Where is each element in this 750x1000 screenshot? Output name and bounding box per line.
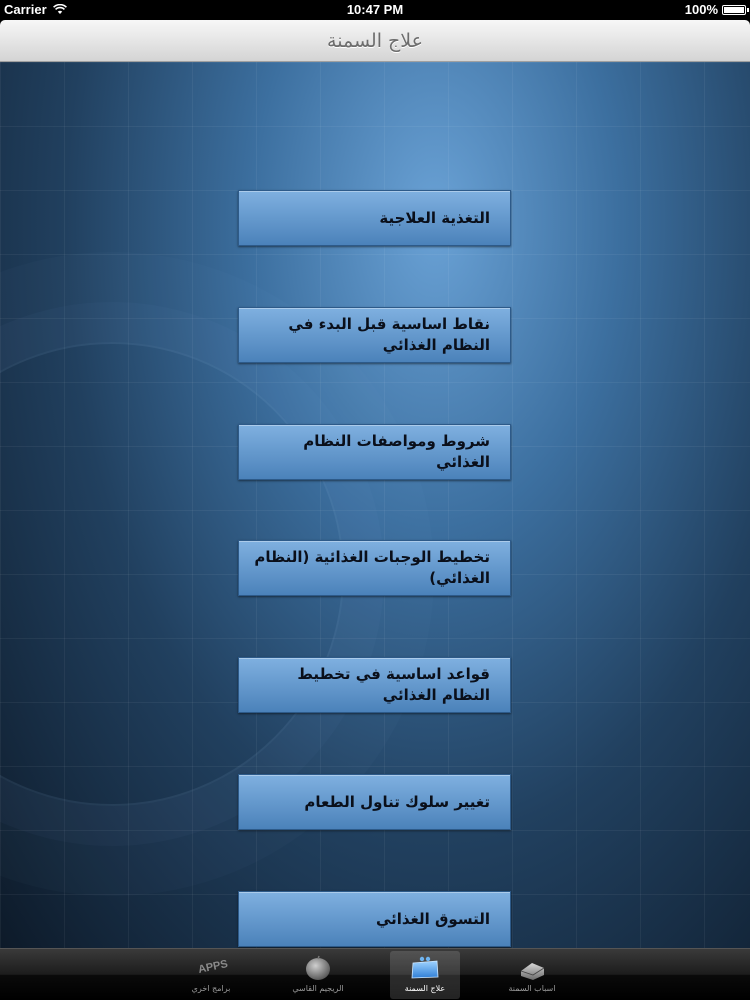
menu-button-label: التسوق الغذائي <box>375 909 490 928</box>
apple-icon <box>306 955 330 980</box>
menu-button-label: شروط ومواصفات النظام الغذائي <box>303 432 490 471</box>
menu-button-basics-before-diet[interactable]: نقاط اساسية قبل البدء في النظام الغذائي <box>238 307 511 363</box>
tab-bar: APPS برامج اخري الريجيم القاسي علاج السم… <box>0 948 750 1000</box>
battery-label: 100% <box>684 2 718 17</box>
apps-icon: APPS <box>196 955 229 981</box>
battery-indicator: 100% <box>684 2 749 17</box>
menu-button-label: تغيير سلوك تناول الطعام <box>304 792 490 811</box>
tab-label: علاج السمنة <box>404 984 446 993</box>
page-title: علاج السمنة <box>327 30 423 52</box>
tab-label: الريجيم القاسي <box>292 984 344 993</box>
menu-button-meal-planning[interactable]: تخطيط الوجبات الغذائية (النظام الغذائي) <box>238 540 511 596</box>
menu-button-therapeutic-nutrition[interactable]: التغذية العلاجية <box>238 190 511 246</box>
menu-content[interactable]: التغذية العلاجية نقاط اساسية قبل البدء ف… <box>0 62 750 948</box>
menu-button-label: قواعد اساسية في تخطيط النظام الغذائي <box>297 665 490 704</box>
tab-label: برامج اخري <box>191 984 231 993</box>
menu-button-eating-behavior[interactable]: تغيير سلوك تناول الطعام <box>238 774 511 830</box>
menu-button-label: تخطيط الوجبات الغذائية (النظام الغذائي) <box>254 548 490 587</box>
menu-button-diet-conditions[interactable]: شروط ومواصفات النظام الغذائي <box>238 424 511 480</box>
status-bar: Carrier 10:47 PM 100% <box>0 0 750 20</box>
scale-icon <box>411 956 439 979</box>
cake-icon <box>520 963 545 980</box>
tab-other-apps[interactable]: APPS برامج اخري <box>176 951 246 999</box>
menu-button-food-shopping[interactable]: التسوق الغذائي <box>238 891 511 947</box>
menu-button-diet-rules[interactable]: قواعد اساسية في تخطيط النظام الغذائي <box>238 657 511 713</box>
status-time: 10:47 PM <box>346 2 404 17</box>
menu-button-label: نقاط اساسية قبل البدء في النظام الغذائي <box>288 315 490 354</box>
menu-button-label: التغذية العلاجية <box>379 208 490 227</box>
tab-obesity-causes[interactable]: اسباب السمنة <box>497 951 567 999</box>
apps-icon-text: APPS <box>197 958 229 976</box>
navigation-bar: علاج السمنة <box>0 20 750 62</box>
tab-label: اسباب السمنة <box>508 984 556 993</box>
tab-strict-diet[interactable]: الريجيم القاسي <box>283 951 353 999</box>
battery-icon <box>722 4 749 15</box>
tab-obesity-treatment[interactable]: علاج السمنة <box>390 951 460 999</box>
